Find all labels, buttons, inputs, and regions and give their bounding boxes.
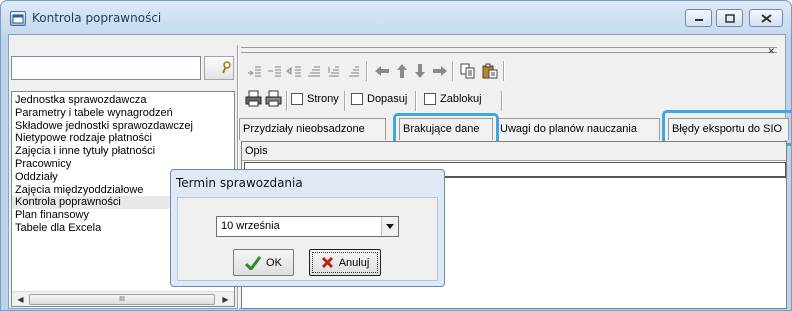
checkbox-dopasuj[interactable]: Dopasuj — [351, 92, 407, 106]
scroll-left-icon[interactable]: ◀ — [13, 293, 28, 306]
toolbar-separator — [344, 91, 346, 111]
print-icon[interactable] — [265, 90, 282, 107]
sidebar-item[interactable]: Nietypowe rodzaje płatności — [12, 132, 234, 145]
append-icon[interactable] — [305, 62, 322, 79]
checkbox-box[interactable] — [351, 93, 363, 105]
close-icon — [760, 13, 772, 23]
close-button[interactable] — [749, 9, 783, 27]
search-icon — [222, 61, 231, 74]
close-toolbar-icon[interactable]: ✕ — [767, 46, 775, 57]
move-up-icon[interactable] — [325, 62, 342, 79]
print-preview-icon[interactable] — [245, 90, 262, 107]
insert-after-icon[interactable] — [265, 62, 282, 79]
dialog-title: Termin sprawozdania — [176, 176, 303, 190]
paste-icon[interactable] — [481, 62, 498, 79]
maximize-button[interactable] — [716, 9, 743, 27]
minimize-icon — [694, 19, 703, 21]
dialog-termin-sprawozdania: Termin sprawozdania 10 września OK Anulu… — [170, 169, 445, 287]
move-down-icon[interactable] — [345, 62, 362, 79]
maximize-icon — [724, 13, 735, 23]
toolbar-separator — [366, 61, 368, 81]
copy-icon[interactable] — [459, 62, 476, 79]
arrow-right-icon[interactable] — [431, 62, 448, 79]
checkbox-box[interactable] — [291, 93, 303, 105]
title-bar[interactable]: Kontrola poprawności — [1, 1, 791, 35]
checkbox-label: Zablokuj — [440, 93, 482, 105]
toolbar-grip[interactable]: ✕ — [241, 46, 777, 56]
arrow-down-icon[interactable] — [411, 62, 428, 79]
view-toolbar: Strony Dopasuj Zablokuj — [241, 87, 787, 111]
sidebar-item[interactable]: Parametry i tabele wynagrodzeń — [12, 107, 234, 120]
checkmark-icon — [245, 255, 262, 270]
app-window-icon — [10, 11, 26, 26]
toolbar-separator — [503, 61, 505, 81]
scroll-thumb[interactable]: III — [29, 294, 215, 305]
toolbar-separator — [501, 91, 503, 111]
toolbar-separator — [415, 91, 417, 111]
checkbox-label: Dopasuj — [367, 93, 408, 105]
chevron-down-icon[interactable] — [381, 217, 398, 236]
minimize-button[interactable] — [685, 9, 712, 27]
checkbox-strony[interactable]: Strony — [291, 92, 339, 106]
toolbar-separator — [286, 91, 288, 111]
date-select[interactable]: 10 września — [216, 216, 399, 237]
insert-row-icon[interactable] — [245, 62, 262, 79]
toolbar-separator — [452, 61, 454, 81]
tab-strip: Przydziały nieobsadzone Brakujące dane U… — [239, 110, 791, 146]
window-title: Kontrola poprawności — [32, 11, 162, 25]
window-client-area: Jednostka sprawozdawcza Parametry i tabe… — [8, 34, 791, 309]
cancel-button[interactable]: Anuluj — [309, 249, 381, 276]
insert-before-icon[interactable] — [285, 62, 302, 79]
checkbox-label: Strony — [307, 93, 339, 105]
search-button[interactable] — [204, 56, 234, 80]
ok-button[interactable]: OK — [233, 249, 294, 276]
x-mark-icon — [321, 256, 333, 269]
checkbox-box[interactable] — [424, 93, 436, 105]
date-select-value: 10 września — [221, 220, 280, 232]
cancel-label: Anuluj — [338, 256, 370, 269]
dialog-body: 10 września OK Anuluj — [177, 197, 438, 281]
arrow-up-icon[interactable] — [393, 62, 410, 79]
main-window: Kontrola poprawności Jednostka sprawozda… — [0, 0, 792, 311]
ok-label: OK — [266, 256, 282, 269]
edit-toolbar — [241, 57, 787, 83]
search-input[interactable] — [11, 56, 201, 80]
tab-przydzialy[interactable]: Przydziały nieobsadzone — [239, 118, 386, 140]
column-header-opis[interactable]: Opis — [242, 142, 786, 161]
sidebar-item[interactable]: Zajęcia i inne tytuły płatności — [12, 145, 234, 158]
sidebar-item[interactable]: Składowe jednostki sprawozdawczej — [12, 120, 234, 133]
checkbox-zablokuj[interactable]: Zablokuj — [424, 92, 482, 106]
sidebar-item[interactable]: Jednostka sprawozdawcza — [12, 94, 234, 107]
scroll-right-icon[interactable]: ▶ — [218, 293, 233, 306]
arrow-left-icon[interactable] — [373, 62, 390, 79]
horizontal-scrollbar[interactable]: ◀ III ▶ — [12, 291, 234, 306]
tab-uwagi[interactable]: Uwagi do planów nauczania — [496, 118, 660, 140]
